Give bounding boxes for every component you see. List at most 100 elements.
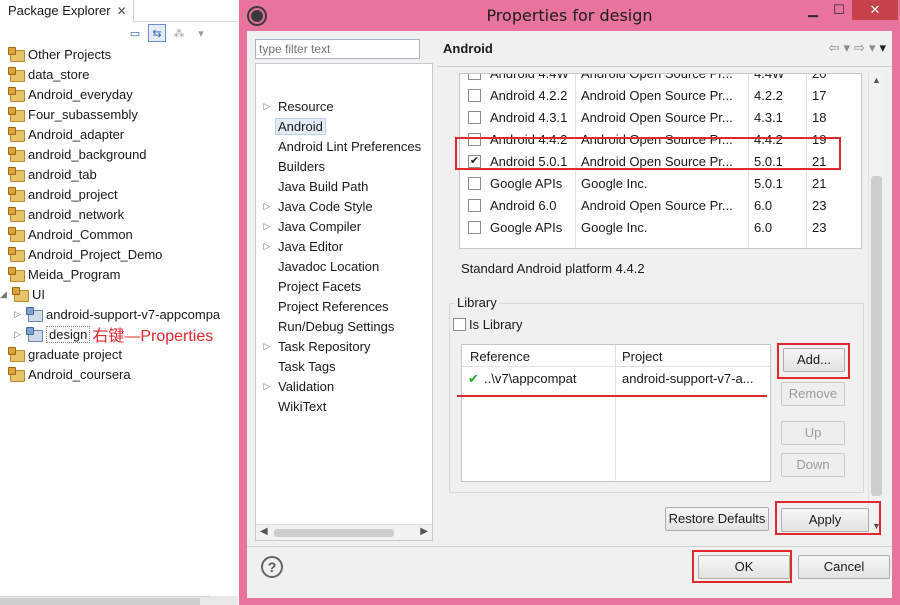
table-row[interactable]: ✔ ..\v7\appcompat android-support-v7-a..… (462, 368, 770, 390)
title-bar[interactable]: Properties for design ▁ ☐ ✕ (239, 0, 900, 32)
scroll-up-icon[interactable]: ▲ (872, 75, 881, 85)
restore-defaults-button[interactable]: Restore Defaults (665, 507, 769, 531)
category-item[interactable]: ▷ Java Editor (256, 236, 432, 256)
category-item[interactable]: Task Tags (256, 356, 432, 376)
target-checkbox[interactable] (468, 199, 481, 212)
category-item-android[interactable]: Android (256, 116, 432, 136)
view-menu-icon[interactable]: ⁂ (170, 24, 188, 42)
target-row[interactable]: Android 4.4.2 Android Open Source Pr... … (460, 129, 861, 151)
cancel-button[interactable]: Cancel (798, 555, 890, 579)
target-vendor: Google Inc. (581, 176, 648, 191)
tree-item[interactable]: Android_coursera (8, 364, 131, 384)
tree-item[interactable]: Android_Common (8, 224, 133, 244)
tree-item[interactable]: android_network (8, 204, 124, 224)
help-icon[interactable]: ? (261, 556, 283, 578)
expand-arrow-icon[interactable]: ▷ (256, 241, 278, 252)
scroll-right-icon[interactable]: ▶ (420, 526, 428, 537)
category-item[interactable]: Project Facets (256, 276, 432, 296)
category-item[interactable]: ▷ Resource (256, 96, 432, 116)
minimize-icon[interactable]: ▁ (800, 0, 826, 20)
tree-item[interactable]: Other Projects (8, 44, 111, 64)
ok-button[interactable]: OK (698, 555, 790, 579)
expand-arrow-icon[interactable]: ▷ (14, 329, 24, 340)
expand-arrow-icon[interactable]: ▷ (256, 101, 278, 112)
target-checkbox[interactable] (468, 221, 481, 234)
target-row[interactable]: Google APIs Google Inc. 5.0.1 21 (460, 173, 861, 195)
scrollbar-thumb[interactable] (274, 529, 394, 537)
tree-item[interactable]: android_background (8, 144, 147, 164)
tree-item[interactable]: android_tab (8, 164, 97, 184)
chevron-down-icon[interactable]: ▾ (844, 40, 851, 56)
tree-item[interactable]: Android_Project_Demo (8, 244, 162, 264)
expand-arrow-icon[interactable]: ▷ (14, 309, 24, 320)
target-row[interactable]: Android 4.3.1 Android Open Source Pr... … (460, 107, 861, 129)
tree-item[interactable]: android_project (8, 184, 118, 204)
category-item[interactable]: Android Lint Preferences (256, 136, 432, 156)
category-item[interactable]: ▷ Java Code Style (256, 196, 432, 216)
tree-item[interactable]: Four_subassembly (8, 104, 138, 124)
link-with-editor-icon[interactable]: ⇆ (148, 24, 166, 42)
vertical-scrollbar[interactable]: ▲ ▼ (868, 73, 883, 533)
horizontal-scrollbar[interactable]: ◀ ▶ (256, 524, 432, 540)
target-checkbox[interactable] (468, 177, 481, 190)
category-item[interactable]: Project References (256, 296, 432, 316)
column-header-reference[interactable]: Reference (470, 349, 530, 364)
category-item[interactable]: Javadoc Location (256, 256, 432, 276)
tree-item[interactable]: data_store (8, 64, 89, 84)
move-down-button[interactable]: Down (781, 453, 845, 477)
move-up-button[interactable]: Up (781, 421, 845, 445)
target-row[interactable]: Android 6.0 Android Open Source Pr... 6.… (460, 195, 861, 217)
view-menu-icon[interactable]: ▾ (879, 40, 886, 56)
target-checkbox[interactable] (468, 133, 481, 146)
tree-item-label: android_tab (28, 166, 97, 182)
collapse-all-icon[interactable]: ▭ (126, 24, 144, 42)
is-library-checkbox[interactable]: Is Library (453, 317, 522, 332)
category-item[interactable]: ▷ Task Repository (256, 336, 432, 356)
category-item[interactable]: ▷ Java Compiler (256, 216, 432, 236)
tree-item[interactable]: Android_adapter (8, 124, 124, 144)
tree-item[interactable]: Android_everyday (8, 84, 133, 104)
target-row[interactable]: Google APIs Google Inc. 6.0 23 (460, 217, 861, 239)
expand-arrow-icon[interactable]: ▷ (256, 341, 278, 352)
close-icon[interactable]: ✕ (117, 4, 127, 18)
target-row-selected[interactable]: ✔ Android 5.0.1 Android Open Source Pr..… (460, 151, 861, 173)
category-item[interactable]: ▷ Validation (256, 376, 432, 396)
tree-item[interactable]: ▷ android-support-v7-appcompa (14, 304, 220, 324)
horizontal-scrollbar[interactable] (0, 596, 210, 605)
close-icon[interactable]: ✕ (852, 0, 898, 20)
add-library-button[interactable]: Add... (783, 348, 845, 372)
tree-item-ui-group[interactable]: ◢ UI (0, 284, 45, 304)
category-item[interactable]: WikiText (256, 396, 432, 416)
back-arrow-icon[interactable]: ⇦ (829, 40, 840, 56)
target-row[interactable]: Android 4.4W Android Open Source Pr... 4… (460, 74, 861, 85)
category-item[interactable]: Run/Debug Settings (256, 316, 432, 336)
forward-arrow-icon[interactable]: ⇨ (854, 40, 865, 56)
expand-arrow-icon[interactable]: ▷ (256, 221, 278, 232)
filter-input[interactable] (255, 39, 420, 59)
tree-item-design[interactable]: ▷ design 右键—Properties (14, 324, 213, 345)
scroll-down-icon[interactable]: ▼ (872, 521, 881, 531)
tree-item[interactable]: Meida_Program (8, 264, 121, 284)
collapse-arrow-icon[interactable]: ◢ (0, 289, 10, 300)
checkbox-box[interactable] (453, 318, 466, 331)
maximize-icon[interactable]: ☐ (826, 0, 852, 20)
target-checkbox[interactable] (468, 89, 481, 102)
target-checkbox-checked[interactable]: ✔ (468, 155, 481, 168)
expand-arrow-icon[interactable]: ▷ (256, 201, 278, 212)
target-checkbox[interactable] (468, 111, 481, 124)
package-explorer-tab[interactable]: Package Explorer ✕ (0, 0, 134, 22)
scrollbar-thumb[interactable] (871, 176, 882, 496)
target-row[interactable]: Android 4.2.2 Android Open Source Pr... … (460, 85, 861, 107)
apply-button[interactable]: Apply (781, 508, 869, 532)
scrollbar-thumb[interactable] (0, 598, 200, 605)
target-checkbox[interactable] (468, 74, 481, 80)
remove-library-button[interactable]: Remove (781, 382, 845, 406)
tree-item[interactable]: graduate project (8, 344, 122, 364)
category-item[interactable]: Java Build Path (256, 176, 432, 196)
more-icon[interactable]: ▾ (192, 24, 210, 42)
scroll-left-icon[interactable]: ◀ (260, 526, 268, 537)
chevron-down-icon[interactable]: ▾ (869, 40, 876, 56)
column-header-project[interactable]: Project (622, 349, 662, 364)
expand-arrow-icon[interactable]: ▷ (256, 381, 278, 392)
category-item[interactable]: Builders (256, 156, 432, 176)
